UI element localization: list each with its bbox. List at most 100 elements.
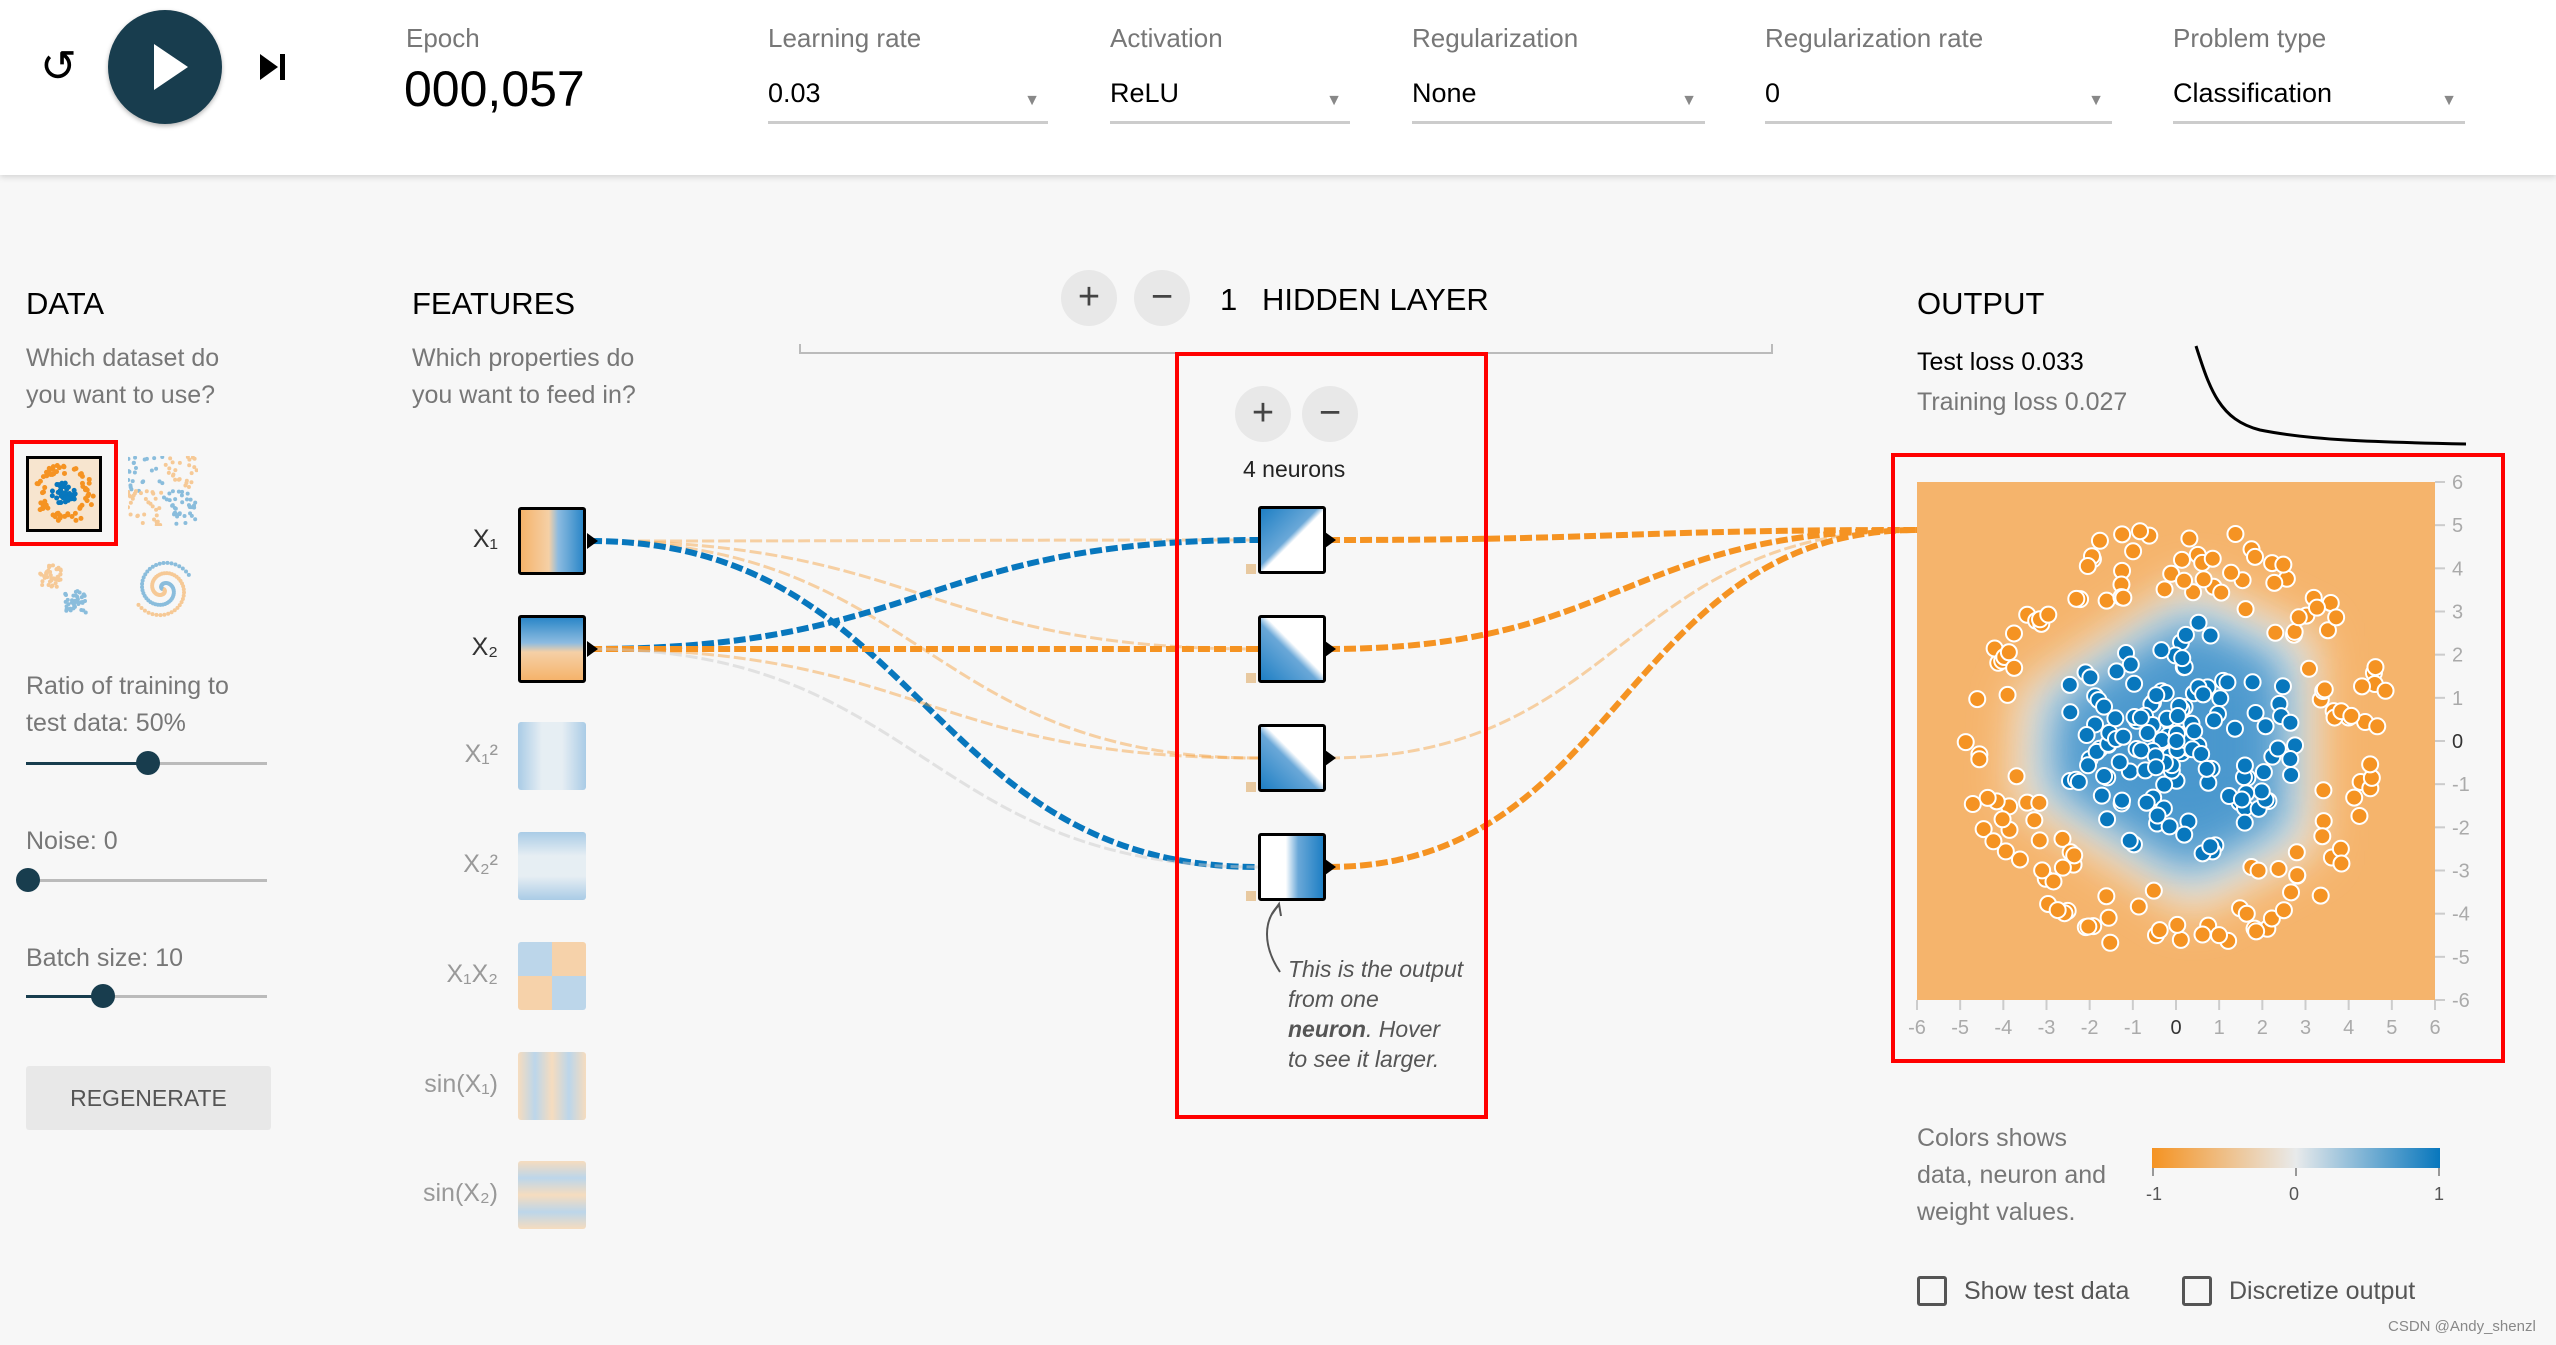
training-loss: Training loss 0.027: [1917, 388, 2128, 416]
add-layer-button[interactable]: +: [1061, 270, 1117, 326]
data-point: [2285, 622, 2304, 641]
data-point: [2269, 859, 2288, 878]
data-point: [2307, 598, 2326, 617]
x-tick-label: 6: [2429, 1017, 2440, 1039]
data-point: [2079, 917, 2098, 936]
data-point: [2237, 904, 2256, 923]
data-point: [2211, 689, 2230, 708]
bias-indicator[interactable]: [1246, 564, 1256, 574]
data-point: [1956, 733, 1975, 752]
data-point: [2273, 677, 2292, 696]
data-point: [2172, 550, 2191, 569]
data-point: [2352, 677, 2371, 696]
neuron-node[interactable]: [1258, 506, 1326, 574]
data-point: [2345, 788, 2364, 807]
bias-indicator[interactable]: [1246, 673, 1256, 683]
data-point: [2152, 641, 2171, 660]
data-point: [2194, 685, 2213, 704]
data-point: [2265, 573, 2284, 592]
remove-layer-button[interactable]: −: [1134, 270, 1190, 326]
data-point: [2254, 763, 2273, 782]
data-point: [2061, 703, 2080, 722]
data-point: [2225, 719, 2244, 738]
data-point: [2313, 827, 2332, 846]
data-point: [2361, 755, 2380, 774]
show-test-data-label[interactable]: Show test data: [1964, 1277, 2129, 1306]
data-point: [2342, 706, 2361, 725]
y-tick-label: -5: [2452, 947, 2470, 969]
data-point: [2218, 673, 2237, 692]
color-legend-text: Colors shows data, neuron and weight value…: [1917, 1124, 2107, 1226]
neuron-annotation: This is the output from one neuron. Hover…: [1288, 956, 1464, 1072]
data-point: [2249, 861, 2268, 880]
weight-link[interactable]: [589, 537, 1259, 652]
y-tick-label: 6: [2452, 472, 2463, 494]
x-tick-label: 0: [2170, 1017, 2181, 1039]
data-point: [2232, 790, 2251, 809]
data-point: [2327, 608, 2346, 627]
scale-tick: 0: [2289, 1184, 2300, 1204]
data-point: [2150, 921, 2169, 940]
data-point: [2107, 662, 2126, 681]
data-point: [2222, 563, 2241, 582]
x-tick-label: -5: [1951, 1017, 1969, 1039]
bias-indicator[interactable]: [1246, 782, 1256, 792]
data-point: [2030, 793, 2049, 812]
data-point: [2171, 930, 2190, 949]
discretize-output-checkbox[interactable]: [2182, 1276, 2212, 1306]
data-point: [2282, 765, 2301, 784]
data-point: [2282, 883, 2301, 902]
neuron-node[interactable]: [1258, 615, 1326, 683]
data-point: [2065, 846, 2084, 865]
x-tick-label: -2: [2081, 1017, 2099, 1039]
show-test-data-checkbox[interactable]: [1917, 1276, 1947, 1306]
data-point: [2098, 810, 2117, 829]
data-point: [2226, 524, 2245, 543]
data-point: [2376, 681, 2395, 700]
data-point: [2197, 759, 2216, 778]
data-point: [1968, 690, 1987, 709]
data-point: [1970, 750, 1989, 769]
neuron-node[interactable]: [1258, 833, 1326, 901]
data-point: [1999, 643, 2018, 662]
data-point: [2185, 722, 2204, 741]
data-point: [2167, 731, 2186, 750]
data-point: [2350, 806, 2369, 825]
data-point: [2201, 837, 2220, 856]
remove-neuron-button[interactable]: −: [1302, 386, 1358, 442]
x-tick-label: 4: [2343, 1017, 2354, 1039]
data-point: [2099, 908, 2118, 927]
neuron-node[interactable]: [1258, 724, 1326, 792]
data-point: [2203, 549, 2222, 568]
data-point: [2243, 673, 2262, 692]
x-tick-label: -6: [1908, 1017, 1926, 1039]
data-point: [2252, 782, 2271, 801]
data-point: [2081, 668, 2100, 687]
x-tick-label: -3: [2038, 1017, 2056, 1039]
data-point: [2366, 658, 2385, 677]
watermark: CSDN @Andy_shenzl: [2388, 1318, 2536, 1335]
data-point: [2131, 708, 2150, 727]
data-point: [2287, 843, 2306, 862]
data-point: [2235, 756, 2254, 775]
data-point: [2155, 580, 2174, 599]
data-point: [2030, 831, 2049, 850]
data-point: [2033, 861, 2052, 880]
data-point: [2147, 686, 2166, 705]
data-point: [2212, 583, 2231, 602]
weight-link[interactable]: [589, 647, 1259, 760]
neuron-count: 4 neurons: [1243, 456, 1346, 482]
data-point: [2314, 781, 2333, 800]
y-tick-label: -3: [2452, 861, 2470, 883]
data-point: [2138, 724, 2157, 743]
data-point: [2007, 767, 2026, 786]
weight-link[interactable]: [589, 647, 1259, 869]
data-point: [2124, 542, 2143, 561]
data-point: [2148, 806, 2167, 825]
data-point: [2332, 854, 2351, 873]
data-point: [2175, 825, 2194, 844]
data-point: [2210, 926, 2229, 945]
discretize-output-label[interactable]: Discretize output: [2229, 1277, 2415, 1306]
add-neuron-button[interactable]: +: [1235, 386, 1291, 442]
data-point: [2129, 897, 2148, 916]
